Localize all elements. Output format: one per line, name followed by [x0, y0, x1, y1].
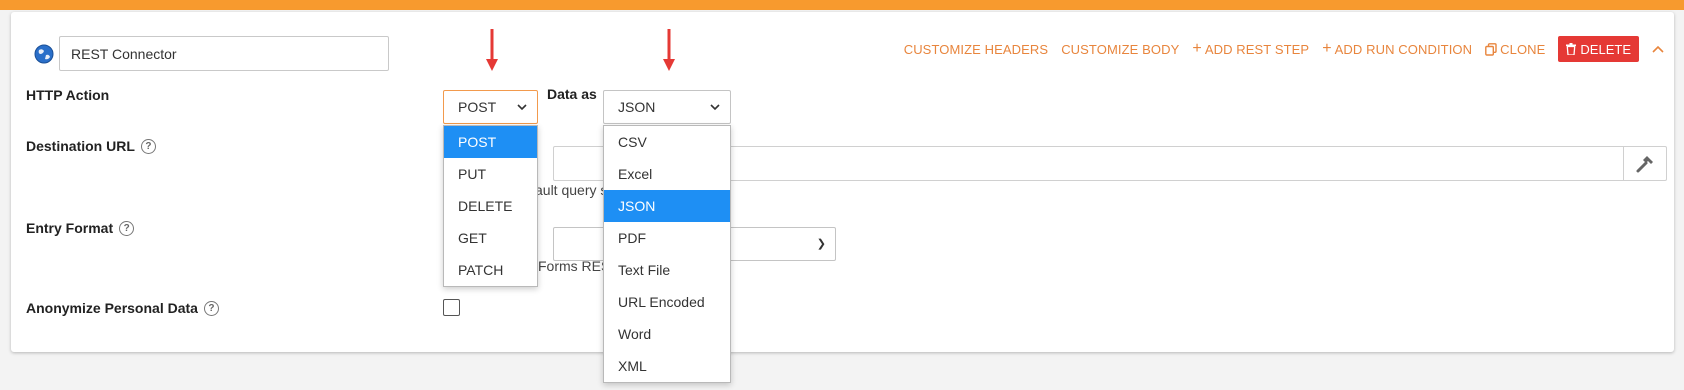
add-rest-step-label: ADD REST STEP — [1204, 41, 1310, 57]
http-action-dropdown: POST PUT DELETE GET PATCH — [443, 125, 538, 287]
chevron-down-icon: ❯ — [816, 238, 826, 250]
data-as-select[interactable]: JSON — [603, 90, 731, 124]
top-accent-bar — [0, 0, 1684, 10]
data-as-dropdown: CSV Excel JSON PDF Text File URL Encoded… — [603, 125, 731, 383]
collapse-toggle[interactable] — [1652, 45, 1664, 53]
hammer-icon — [1636, 155, 1653, 172]
add-run-condition-link[interactable]: + ADD RUN CONDITION — [1322, 41, 1472, 57]
customize-body-label: CUSTOMIZE BODY — [1061, 41, 1180, 57]
data-as-option-xml[interactable]: XML — [604, 350, 730, 382]
http-action-select[interactable]: POST — [443, 90, 538, 124]
anonymize-label: Anonymize Personal Data ? — [26, 300, 219, 316]
card-toolbar: CUSTOMIZE HEADERS CUSTOMIZE BODY + ADD R… — [904, 32, 1664, 66]
connector-name-input[interactable] — [59, 36, 389, 71]
http-action-value: POST — [458, 99, 497, 115]
http-action-option-put[interactable]: PUT — [444, 158, 537, 190]
customize-headers-link[interactable]: CUSTOMIZE HEADERS — [904, 42, 1048, 57]
add-rest-step-link[interactable]: + ADD REST STEP — [1192, 41, 1309, 57]
destination-url-hint: ault query s — [535, 182, 608, 198]
entry-format-label-text: Entry Format — [26, 220, 114, 236]
url-builder-button[interactable] — [1623, 147, 1666, 180]
add-run-condition-label: ADD RUN CONDITION — [1334, 41, 1473, 57]
data-as-option-excel[interactable]: Excel — [604, 158, 730, 190]
http-action-label: HTTP Action — [26, 87, 109, 103]
anonymize-checkbox[interactable] — [443, 299, 460, 316]
http-action-option-get[interactable]: GET — [444, 222, 537, 254]
data-as-value: JSON — [618, 99, 656, 115]
plus-icon: + — [1322, 40, 1332, 57]
data-as-label: Data as — [547, 86, 597, 102]
data-as-option-pdf[interactable]: PDF — [604, 222, 730, 254]
destination-url-label: Destination URL ? — [26, 138, 156, 154]
data-as-option-url-encoded[interactable]: URL Encoded — [604, 286, 730, 318]
annotation-arrow-icon — [486, 29, 498, 71]
clone-link[interactable]: CLONE — [1485, 42, 1545, 57]
delete-label: DELETE — [1580, 41, 1631, 57]
anonymize-label-text: Anonymize Personal Data — [26, 300, 198, 316]
plus-icon: + — [1192, 40, 1202, 57]
help-icon[interactable]: ? — [203, 300, 219, 316]
annotation-arrow-icon — [663, 29, 675, 71]
chevron-up-icon — [1652, 45, 1664, 53]
customize-headers-label: CUSTOMIZE HEADERS — [903, 41, 1049, 57]
data-as-label-text: Data as — [547, 86, 597, 102]
data-as-option-csv[interactable]: CSV — [604, 126, 730, 158]
customize-body-link[interactable]: CUSTOMIZE BODY — [1061, 42, 1179, 57]
rest-connector-card: CUSTOMIZE HEADERS CUSTOMIZE BODY + ADD R… — [11, 12, 1674, 383]
help-icon[interactable]: ? — [119, 220, 135, 236]
destination-url-label-text: Destination URL — [26, 138, 135, 154]
entry-format-label: Entry Format ? — [26, 220, 135, 236]
clone-label: CLONE — [1500, 41, 1546, 57]
http-action-label-text: HTTP Action — [26, 87, 110, 103]
http-action-option-post[interactable]: POST — [444, 126, 537, 158]
trash-icon — [1566, 43, 1577, 55]
data-as-option-json[interactable]: JSON — [604, 190, 730, 222]
chevron-down-icon — [710, 103, 720, 110]
data-as-option-word[interactable]: Word — [604, 318, 730, 350]
http-action-option-patch[interactable]: PATCH — [444, 254, 537, 286]
data-as-option-text-file[interactable]: Text File — [604, 254, 730, 286]
http-action-option-delete[interactable]: DELETE — [444, 190, 537, 222]
globe-icon — [34, 44, 54, 64]
help-icon[interactable]: ? — [140, 138, 156, 154]
entry-format-hint: Forms RES — [538, 258, 611, 274]
delete-button[interactable]: DELETE — [1558, 36, 1639, 62]
chevron-down-icon — [517, 103, 527, 110]
copy-icon — [1485, 42, 1497, 56]
